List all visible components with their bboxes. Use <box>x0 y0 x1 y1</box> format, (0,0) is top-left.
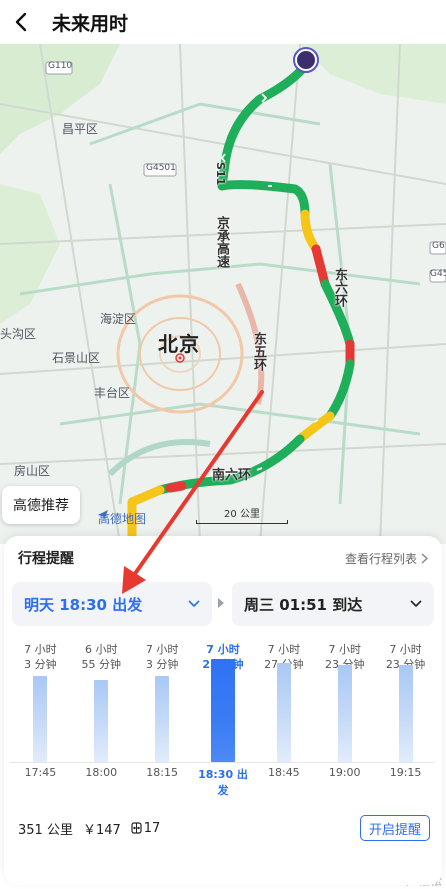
traffic-light-count: 17 <box>143 820 161 836</box>
arrival-time-select[interactable]: 周三 01:51 到达 <box>232 582 434 626</box>
highway-badge-g4501: G4501 <box>146 163 176 173</box>
back-arrow-icon <box>15 12 27 32</box>
duration-hours: 7 小时 <box>24 643 57 656</box>
location-arrow-icon <box>98 510 108 520</box>
trip-list-link[interactable]: 查看行程列表 <box>345 550 428 567</box>
map-logo: 高德地图 <box>98 510 146 527</box>
duration-bar <box>155 676 170 762</box>
duration-label: 7 小时 3 分钟 <box>132 642 192 672</box>
back-button[interactable] <box>0 0 44 44</box>
road-label-dongwuhuan: 东五环 <box>251 332 266 371</box>
time-axis <box>10 762 434 763</box>
duration-option[interactable]: 6 小时 55 分钟 18:00 <box>71 634 131 794</box>
road-label-jingcheng: 京承高速 <box>214 216 229 268</box>
departure-slot-time: 17:45 <box>24 766 57 779</box>
highway-badge-g45: G45 <box>430 269 446 279</box>
road-label-dongliuhuan: 东六环 <box>332 268 347 307</box>
duration-label: 6 小时 55 分钟 <box>71 642 131 672</box>
scale-line <box>196 520 288 524</box>
duration-option[interactable]: 7 小时 23 分钟 19:15 <box>376 634 436 794</box>
duration-bar <box>398 665 413 762</box>
map-label-changping: 昌平区 <box>62 122 99 136</box>
traffic-light-icon <box>131 822 142 834</box>
duration-option[interactable]: 7 小时 3 分钟 18:15 <box>132 634 192 794</box>
highway-badge-g6: G6 <box>432 241 445 251</box>
page-title: 未来用时 <box>52 12 129 35</box>
departure-slot-time: 19:15 <box>389 766 422 779</box>
duration-label: 7 小时 3 分钟 <box>10 642 70 672</box>
map-scale-bar: 20 公里 <box>196 506 288 524</box>
departure-slot-time: 18:15 <box>146 766 178 779</box>
duration-hours: 7 小时 <box>267 643 301 656</box>
map-label-shijingshan: 石景山区 <box>52 351 101 365</box>
duration-hours: 7 小时 <box>145 643 179 656</box>
departure-slot-time: 18:45 <box>267 766 300 779</box>
map-label-beijing: 北京 <box>158 332 200 356</box>
map-label-fengtai: 丰台区 <box>94 386 131 400</box>
duration-option[interactable]: 7 小时 23 分钟 19:00 <box>315 634 375 794</box>
duration-minutes: 3 分钟 <box>24 658 57 671</box>
triangle-right-icon <box>218 598 224 608</box>
route-map[interactable]: G110 G4501 G6 G45 昌平区 海淀区 北京 石景山区 丰台区 头沟… <box>0 44 446 544</box>
trip-summary: 351 公里 ￥147 17 开启提醒 <box>18 814 430 842</box>
chevron-down-icon <box>188 600 200 608</box>
panel-title: 行程提醒 <box>18 551 74 567</box>
departure-time-value: 明天 18:30 出发 <box>24 595 143 614</box>
duration-bar <box>276 663 291 762</box>
duration-hours: 7 小时 <box>206 643 240 656</box>
trip-list-label: 查看行程列表 <box>344 551 417 566</box>
departure-slot-time: 18:30 出发 <box>198 768 248 797</box>
duration-minutes: 3 分钟 <box>145 658 179 671</box>
duration-bar <box>94 680 109 762</box>
duration-bar <box>211 659 235 762</box>
duration-hours: 7 小时 <box>389 643 422 656</box>
map-label-haidian: 海淀区 <box>100 312 137 326</box>
trip-distance: 351 公里 <box>18 822 73 838</box>
header-bar: 未来用时 <box>0 0 446 44</box>
duration-bar <box>337 665 352 762</box>
traffic-lights: 17 <box>131 819 161 838</box>
chevron-right-icon <box>421 552 428 564</box>
duration-hours: 6 小时 <box>85 643 118 656</box>
trip-cost: ￥147 <box>82 822 121 838</box>
enable-reminder-button[interactable]: 开启提醒 <box>359 815 430 841</box>
departure-slot-time: 18:00 <box>85 766 118 779</box>
departure-slot-time: 19:00 <box>328 766 361 779</box>
duration-option[interactable]: 7 小时21 分钟18:30 出发 <box>193 634 253 797</box>
arrival-time-value: 周三 01:51 到达 <box>244 595 363 614</box>
duration-minutes: 55 分钟 <box>81 658 122 671</box>
duration-options: 7 小时 3 分钟 17:45 6 小时 55 分钟 18:00 7 小时 3 分钟 18:15… <box>10 634 436 797</box>
scale-text: 20 公里 <box>224 509 260 520</box>
road-label-s11: S11 <box>214 162 227 186</box>
trip-reminder-panel: 行程提醒 查看行程列表 明天 18:30 出发 周三 01:51 到达 7 小时… <box>4 536 442 885</box>
chevron-down-icon <box>410 600 422 608</box>
map-label-fangshan: 房山区 <box>14 464 51 478</box>
duration-bar <box>33 676 48 762</box>
duration-hours: 7 小时 <box>328 643 361 656</box>
road-label-nanliuhuan: 南六环 <box>212 468 252 483</box>
recommend-button[interactable]: 高德推荐 <box>2 486 80 524</box>
panel-header: 行程提醒 查看行程列表 <box>18 548 428 568</box>
duration-option[interactable]: 7 小时 27 分钟 18:45 <box>254 634 314 794</box>
map-label-toujou: 头沟区 <box>0 327 37 341</box>
highway-badge-g110: G110 <box>48 61 73 71</box>
duration-option[interactable]: 7 小时 3 分钟 17:45 <box>10 634 70 794</box>
trip-stats: 351 公里 ￥147 17 <box>18 819 160 838</box>
departure-time-select[interactable]: 明天 18:30 出发 <box>12 582 212 626</box>
